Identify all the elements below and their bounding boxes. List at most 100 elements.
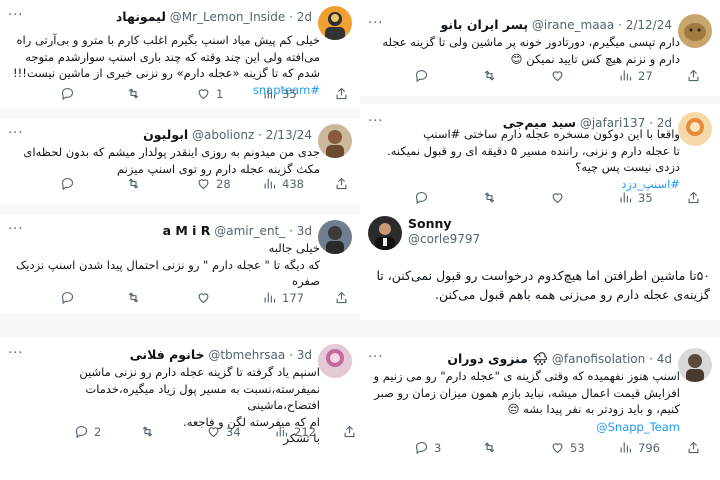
tweet-line: اسنپم یاد گرفته تا گزینه عجله دارم رو نز…	[79, 365, 320, 379]
handle[interactable]: @tbmehrsaa	[208, 348, 285, 362]
tweet-line: تا عجله دارم و نزنی، راننده مسیر ۵ دقیقه…	[387, 143, 680, 158]
handle[interactable]: @irane_maaa	[532, 18, 614, 32]
reply-button[interactable]	[414, 190, 434, 205]
avatar[interactable]	[318, 124, 352, 158]
more-options-icon[interactable]: ···	[8, 126, 23, 141]
views-button[interactable]: 177	[262, 290, 304, 305]
timestamp[interactable]: 2/12/24	[626, 18, 672, 32]
share-button[interactable]	[334, 176, 349, 191]
retweet-button[interactable]	[482, 190, 502, 205]
tweet-card[interactable]: ··· سید میم‌جی @jafari137 · 2d واقعا با …	[360, 104, 720, 210]
like-button[interactable]	[550, 68, 570, 83]
handle[interactable]: @corle9797	[408, 232, 480, 246]
tweet-card[interactable]: ··· پسر ایران بانو @irane_maaa · 2/12/24…	[360, 0, 720, 96]
reply-icon	[61, 291, 74, 305]
more-options-icon[interactable]: ···	[8, 222, 23, 237]
share-button[interactable]	[342, 424, 357, 439]
tweet-line: خیلی کم پیش میاد اسنپ بگیرم اغلب کارم با…	[16, 33, 320, 47]
views-button[interactable]: 212	[274, 424, 316, 439]
retweet-button[interactable]	[126, 176, 146, 191]
tweet-line: نمیفرسته،نسبت به مسیر پول زیاد میگیره،خد…	[85, 381, 320, 413]
tweet-card[interactable]: ··· منزوی دوران 🌧 @fanofisolation · 4d ا…	[360, 338, 720, 480]
display-name[interactable]: لیمونهاد	[116, 9, 166, 24]
timestamp[interactable]: 3d	[297, 224, 312, 238]
retweet-icon	[142, 426, 153, 437]
views-button[interactable]: 438	[262, 176, 304, 191]
views-icon	[620, 442, 632, 453]
handle[interactable]: @amir_ent_	[214, 224, 285, 238]
action-bar: 177	[8, 290, 352, 310]
handle[interactable]: @Mr_Lemon_Inside	[170, 10, 286, 24]
views-button[interactable]: 796	[618, 440, 660, 455]
retweet-button[interactable]	[126, 86, 146, 101]
like-button[interactable]: 28	[196, 176, 231, 191]
like-button[interactable]: 1	[196, 86, 223, 101]
share-button[interactable]	[334, 86, 349, 101]
avatar[interactable]	[318, 220, 352, 254]
like-button[interactable]	[550, 190, 570, 205]
tweet-card[interactable]: ··· a M i R @amir_ent_ · 3d خیلی جالبه ک…	[0, 214, 360, 314]
display-name[interactable]: خانوم فلانی	[130, 347, 205, 362]
views-icon	[276, 426, 288, 437]
timestamp[interactable]: 2/13/24	[266, 128, 312, 142]
views-icon	[620, 192, 632, 203]
reply-button[interactable]: 2	[74, 424, 101, 439]
reply-button[interactable]	[60, 176, 80, 191]
avatar[interactable]	[318, 344, 352, 378]
tweet-meta: پسر ایران بانو @irane_maaa · 2/12/24	[440, 17, 672, 32]
share-button[interactable]	[334, 290, 349, 305]
tweet-text: ۵۰تا ماشین اطرافتن اما هیچ‌کدوم درخواست …	[370, 266, 710, 304]
divider	[0, 314, 360, 338]
display-name[interactable]: منزوی دوران 🌧	[447, 351, 548, 366]
tweet-text: اسنپ هنوز نفهمیده که وقتی گزینه ی "عجله …	[370, 368, 680, 418]
avatar[interactable]	[318, 6, 352, 40]
tweet-text: واقعا با این دوکون مسخره عجله دارم ساختی…	[370, 126, 680, 192]
like-button[interactable]: 53	[550, 440, 585, 455]
share-button[interactable]	[686, 440, 701, 455]
avatar[interactable]	[678, 112, 712, 146]
more-options-icon[interactable]: ···	[8, 346, 23, 361]
timestamp[interactable]: 3d	[297, 348, 312, 362]
retweet-button[interactable]	[140, 424, 160, 439]
more-options-icon[interactable]: ···	[8, 8, 23, 23]
views-button[interactable]: 27	[618, 68, 653, 83]
views-count: 35	[282, 86, 297, 101]
avatar[interactable]	[368, 216, 402, 250]
views-button[interactable]: 35	[262, 86, 297, 101]
handle[interactable]: @abolionz	[192, 128, 254, 142]
tweet-meta: ابولیون @abolionz · 2/13/24	[143, 127, 312, 142]
display-name[interactable]: پسر ایران بانو	[441, 17, 529, 32]
reply-count: 2	[94, 424, 102, 439]
handle[interactable]: @fanofisolation	[552, 352, 645, 366]
display-name[interactable]: ابولیون	[143, 127, 188, 142]
retweet-button[interactable]	[482, 68, 502, 83]
tweet-card[interactable]: ··· ابولیون @abolionz · 2/13/24 جدی من م…	[0, 118, 360, 204]
reply-button[interactable]	[414, 68, 434, 83]
tweet-card[interactable]: ··· لیمونهاد @Mr_Lemon_Inside · 2d خیلی …	[0, 0, 360, 108]
more-options-icon[interactable]: ···	[368, 350, 383, 365]
retweet-button[interactable]	[482, 440, 502, 455]
avatar[interactable]	[678, 348, 712, 382]
more-options-icon[interactable]: ···	[368, 16, 383, 31]
avatar[interactable]	[678, 14, 712, 48]
mention-link[interactable]: @Snapp_Team	[596, 420, 680, 434]
display-name[interactable]: Sonny	[408, 216, 452, 231]
tweet-card[interactable]: ··· خانوم فلانی @tbmehrsaa · 3d اسنپم یا…	[0, 338, 360, 480]
reply-button[interactable]	[60, 290, 80, 305]
heart-icon	[208, 427, 219, 438]
reply-button[interactable]: 3	[414, 440, 441, 455]
display-name[interactable]: a M i R	[163, 223, 211, 238]
reply-button[interactable]	[60, 86, 80, 101]
share-button[interactable]	[686, 68, 701, 83]
share-button[interactable]	[686, 190, 701, 205]
tweet-meta: خانوم فلانی @tbmehrsaa · 3d	[129, 347, 312, 362]
timestamp[interactable]: 4d	[657, 352, 672, 366]
like-button[interactable]	[196, 290, 216, 305]
tweet-card[interactable]: Sonny @corle9797 ۵۰تا ماشین اطرافتن اما …	[360, 210, 720, 320]
retweet-button[interactable]	[126, 290, 146, 305]
views-icon	[620, 70, 632, 81]
views-button[interactable]: 35	[618, 190, 653, 205]
like-button[interactable]: 34	[206, 424, 241, 439]
timestamp[interactable]: 2d	[297, 10, 312, 24]
views-count: 27	[638, 68, 653, 83]
